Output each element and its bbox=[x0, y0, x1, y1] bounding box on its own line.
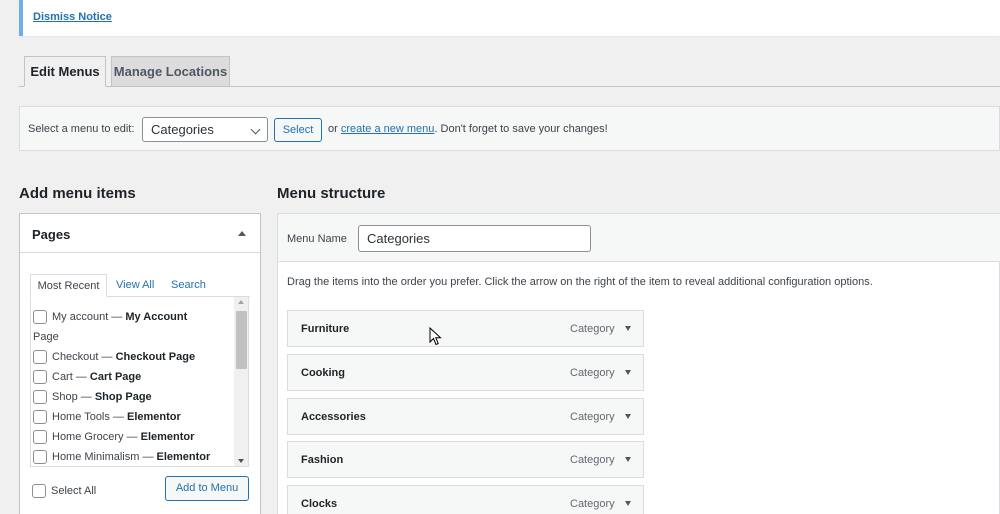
menu-item-fashion[interactable]: Fashion Category bbox=[287, 441, 644, 478]
scroll-up-icon[interactable] bbox=[238, 300, 244, 304]
menu-item-title: Fashion bbox=[301, 454, 344, 466]
menu-item-type: Category bbox=[570, 411, 615, 423]
menu-name-label: Menu Name bbox=[287, 233, 347, 245]
dismiss-notice-bar: Dismiss Notice bbox=[19, 0, 1000, 36]
select-menu-label: Select a menu to edit: bbox=[28, 123, 135, 135]
help-suffix: . Don't forget to save your changes! bbox=[434, 123, 608, 135]
menu-item-title: Cooking bbox=[301, 367, 345, 379]
list-item: Home Grocery — Elementor bbox=[52, 431, 194, 443]
pages-panel-header[interactable]: Pages bbox=[20, 214, 260, 253]
mouse-cursor-icon bbox=[429, 327, 442, 346]
menu-structure-panel: Menu Name Categories Drag the items into… bbox=[277, 213, 1000, 514]
menu-item-furniture[interactable]: Furniture Category bbox=[287, 310, 644, 347]
page-item-text: My account — bbox=[52, 311, 126, 323]
expand-arrow-icon[interactable] bbox=[625, 414, 631, 419]
list-item: Page bbox=[33, 331, 59, 343]
page-item-bold: Shop Page bbox=[94, 391, 152, 403]
create-new-menu-link[interactable]: create a new menu bbox=[341, 123, 435, 135]
dismiss-notice-link[interactable]: Dismiss Notice bbox=[33, 11, 112, 23]
menu-item-type: Category bbox=[570, 367, 615, 379]
select-all-label: Select All bbox=[51, 485, 97, 497]
menu-item-type: Category bbox=[570, 454, 615, 466]
page-item-bold: Elementor bbox=[127, 411, 181, 423]
tab-most-recent[interactable]: Most Recent bbox=[30, 274, 107, 297]
scroll-down-icon[interactable] bbox=[238, 459, 244, 463]
menu-structure-heading: Menu structure bbox=[277, 185, 386, 202]
collapse-arrow-icon[interactable] bbox=[238, 231, 246, 236]
menu-item-clocks[interactable]: Clocks Category bbox=[287, 485, 644, 514]
page-item-text: Shop — bbox=[52, 391, 95, 403]
tab-edit-menus[interactable]: Edit Menus bbox=[24, 56, 106, 87]
page-item-bold: My Account bbox=[125, 311, 188, 323]
add-menu-items-heading: Add menu items bbox=[19, 185, 136, 202]
help-prefix: or bbox=[328, 123, 338, 135]
menu-item-title: Clocks bbox=[301, 498, 338, 510]
list-item: Cart — Cart Page bbox=[52, 371, 141, 383]
pages-panel-title: Pages bbox=[32, 227, 71, 242]
page-item-bold: Cart Page bbox=[89, 371, 142, 383]
menu-name-input[interactable]: Categories bbox=[358, 225, 591, 252]
expand-arrow-icon[interactable] bbox=[625, 326, 631, 331]
pages-panel: Pages Most Recent View All Search My acc… bbox=[19, 213, 261, 514]
menu-tabs: Edit Menus Manage Locations bbox=[19, 56, 1000, 87]
page-checkbox[interactable] bbox=[33, 370, 47, 384]
page-item-text: Cart — bbox=[52, 371, 90, 383]
menu-name-bar: Menu Name Categories bbox=[278, 214, 1000, 262]
tab-search[interactable]: Search bbox=[171, 274, 206, 296]
list-item: Shop — Shop Page bbox=[52, 391, 152, 403]
menu-item-accessories[interactable]: Accessories Category bbox=[287, 398, 644, 435]
page-checkbox[interactable] bbox=[33, 310, 47, 324]
page-checkbox[interactable] bbox=[33, 390, 47, 404]
pages-list-scrollbar[interactable] bbox=[234, 297, 248, 466]
page-item-text: Home Tools — bbox=[52, 411, 127, 423]
menu-item-cooking[interactable]: Cooking Category bbox=[287, 354, 644, 391]
select-button[interactable]: Select bbox=[274, 118, 322, 142]
menu-item-title: Furniture bbox=[301, 323, 350, 335]
chevron-down-icon bbox=[250, 124, 261, 135]
pages-tabs: Most Recent View All Search bbox=[30, 274, 250, 297]
page-checkbox[interactable] bbox=[33, 430, 47, 444]
page-item-text: Home Minimalism — bbox=[52, 451, 157, 463]
drag-help-text: Drag the items into the order you prefer… bbox=[287, 276, 873, 288]
select-help-text: or create a new menu. Don't forget to sa… bbox=[328, 123, 608, 135]
page-checkbox[interactable] bbox=[33, 350, 47, 364]
menu-item-type: Category bbox=[570, 498, 615, 510]
expand-arrow-icon[interactable] bbox=[625, 370, 631, 375]
menu-item-title: Accessories bbox=[301, 411, 366, 423]
page-item-bold: Elementor bbox=[140, 431, 195, 443]
menu-select-dropdown[interactable]: Categories bbox=[142, 117, 268, 142]
menu-item-type: Category bbox=[570, 323, 615, 335]
page-checkbox[interactable] bbox=[33, 450, 47, 464]
page-item-bold: Checkout Page bbox=[115, 351, 196, 363]
pages-list: My account — My Account Page Checkout — … bbox=[30, 297, 249, 467]
page-item-text: Checkout — bbox=[52, 351, 116, 363]
menu-select-value: Categories bbox=[151, 122, 214, 137]
list-item: Home Minimalism — Elementor bbox=[52, 451, 210, 463]
select-menu-bar: Select a menu to edit: Categories Select… bbox=[19, 106, 1000, 151]
list-item: Checkout — Checkout Page bbox=[52, 351, 195, 363]
select-all-checkbox[interactable] bbox=[32, 484, 46, 498]
tab-manage-locations[interactable]: Manage Locations bbox=[111, 56, 230, 87]
page-item-text: Home Grocery — bbox=[52, 431, 141, 443]
list-item: Home Tools — Elementor bbox=[52, 411, 181, 423]
page-item-bold: Elementor bbox=[156, 451, 211, 463]
expand-arrow-icon[interactable] bbox=[625, 457, 631, 462]
list-item: My account — My Account bbox=[52, 311, 187, 323]
tab-view-all[interactable]: View All bbox=[116, 274, 154, 296]
expand-arrow-icon[interactable] bbox=[625, 501, 631, 506]
scrollbar-thumb[interactable] bbox=[236, 311, 247, 369]
add-to-menu-button[interactable]: Add to Menu bbox=[165, 476, 249, 501]
page-item-text: Page bbox=[33, 331, 59, 343]
page-checkbox[interactable] bbox=[33, 410, 47, 424]
